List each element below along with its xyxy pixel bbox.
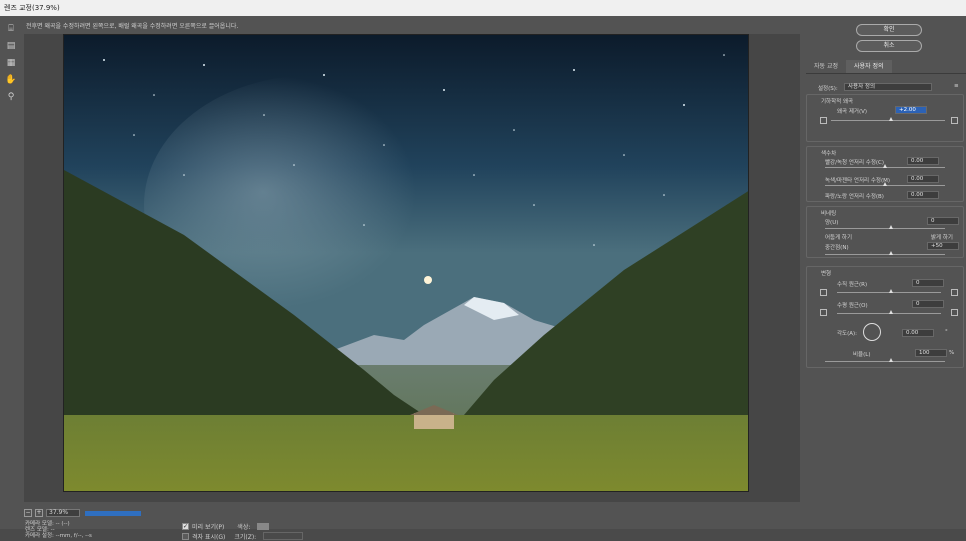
barrel-icon [951, 117, 958, 124]
vignette-section: 비네팅 양(U) 0 어둡게 하기 밝게 하기 중간점(N) +50 [806, 206, 964, 258]
chromatic-aberration-section: 색수차 빨강/녹청 언저리 수정(C) 0.00 녹색/마젠타 언저리 수정(M… [806, 146, 964, 202]
camera-info: 카메라 모델: -- (--) 렌즈 모델: -- 카메라 설정: --mm, … [25, 521, 92, 539]
scale-knob[interactable] [889, 358, 893, 362]
geometric-heading: 기하학적 왜곡 [821, 99, 854, 105]
color-label: 색상: [237, 523, 251, 531]
red-cyan-value[interactable]: 0.00 [907, 157, 939, 165]
horizontal-perspective-icon [820, 309, 827, 316]
vignette-heading: 비네팅 [821, 211, 837, 217]
green-magenta-knob[interactable] [883, 182, 887, 186]
settings-select[interactable]: 사용자 정의 [844, 83, 932, 91]
tab-auto-correction[interactable]: 자동 교정 [806, 60, 846, 73]
darken-label: 어둡게 하기 [825, 235, 853, 241]
zoom-icon[interactable]: ⚲ [5, 91, 17, 103]
remove-distortion-knob[interactable] [889, 117, 893, 121]
angle-value[interactable]: 0.00 [902, 329, 934, 337]
chromatic-heading: 색수차 [821, 151, 837, 157]
scale-slider[interactable] [825, 361, 945, 362]
green-magenta-label: 녹색/마젠타 언저리 수정(M) [825, 178, 890, 184]
green-magenta-value[interactable]: 0.00 [907, 175, 939, 183]
straighten-icon[interactable]: ▤ [5, 40, 17, 52]
midpoint-value[interactable]: +50 [927, 242, 959, 250]
show-grid-checkbox[interactable] [182, 532, 189, 540]
preview-label: 미리 보기(P) [192, 523, 225, 531]
progress-bar [85, 510, 141, 516]
vertical-perspective-icon [820, 289, 827, 296]
size-label: 크기(Z): [234, 533, 257, 541]
hand-icon[interactable]: ✋ [5, 74, 17, 86]
transform-section: 변형 수직 원근(R) 0 수평 원근(O) 0 각도(A): 0.00 ° 비… [806, 266, 964, 368]
vignette-amount-label: 양(U) [825, 220, 839, 226]
vertical-perspective-value[interactable]: 0 [912, 279, 944, 287]
red-cyan-knob[interactable] [883, 164, 887, 168]
tool-strip: ⌸ ▤ ▦ ✋ ⚲ [2, 20, 20, 108]
vignette-amount-slider[interactable] [825, 228, 945, 229]
horizontal-perspective-knob[interactable] [889, 310, 893, 314]
red-cyan-label: 빨강/녹청 언저리 수정(C) [825, 160, 885, 166]
preview-checkbox[interactable]: ✓ [182, 522, 189, 530]
vertical-perspective-knob[interactable] [889, 289, 893, 293]
transform-heading: 변형 [821, 271, 832, 277]
horizontal-perspective-right-icon [951, 309, 958, 316]
blue-yellow-value[interactable]: 0.00 [907, 191, 939, 199]
horizontal-perspective-value[interactable]: 0 [912, 300, 944, 308]
remove-distortion-slider[interactable] [831, 120, 945, 121]
tab-custom[interactable]: 사용자 정의 [846, 60, 892, 73]
midpoint-knob[interactable] [889, 251, 893, 255]
scale-value[interactable]: 100 [915, 349, 947, 357]
zoom-controls: − + 37.9% [24, 508, 141, 518]
blue-yellow-label: 파랑/노랑 언저리 수정(B) [825, 194, 884, 200]
scale-label: 비율(L) [853, 352, 871, 358]
ok-button[interactable]: 확인 [856, 24, 922, 36]
starry-mountain-valley-image [64, 35, 748, 491]
zoom-out-button[interactable]: − [24, 509, 32, 517]
remove-distortion-value[interactable]: +2.00 [895, 106, 927, 114]
remove-distortion-icon[interactable]: ⌸ [5, 23, 17, 35]
vertical-perspective-right-icon [951, 289, 958, 296]
scale-unit: % [949, 350, 955, 356]
settings-label: 설정(S): [818, 86, 838, 92]
window-title: 렌즈 교정(37.9%) [4, 4, 60, 12]
angle-dial[interactable] [863, 323, 881, 341]
angle-label: 각도(A): [837, 331, 858, 337]
move-grid-icon[interactable]: ▦ [5, 57, 17, 69]
angle-unit: ° [945, 329, 948, 335]
window-titlebar: 렌즈 교정(37.9%) [0, 0, 966, 16]
midpoint-slider[interactable] [825, 254, 945, 255]
geometric-distortion-section: 기하학적 왜곡 왜곡 제거(V) +2.00 [806, 94, 964, 142]
midpoint-label: 중간점(N) [825, 245, 849, 251]
tab-bar: 자동 교정 사용자 정의 [806, 60, 966, 74]
grid-color-swatch[interactable] [257, 522, 270, 530]
horizontal-perspective-label: 수평 원근(O) [837, 303, 868, 309]
settings-panel: 확인 취소 자동 교정 사용자 정의 설정(S): 사용자 정의 ≡ 기하학적 … [804, 16, 966, 529]
zoom-in-button[interactable]: + [35, 509, 43, 517]
preview-options: ✓ 미리 보기(P) 색상: 격자 표시(G) 크기(Z): [182, 521, 304, 541]
show-grid-label: 격자 표시(G) [192, 533, 226, 541]
pincushion-icon [820, 117, 827, 124]
photo-preview-image [63, 34, 749, 492]
grid-size-select[interactable] [263, 532, 304, 540]
vignette-amount-knob[interactable] [889, 225, 893, 229]
remove-distortion-label: 왜곡 제거(V) [837, 109, 868, 115]
cancel-button[interactable]: 취소 [856, 40, 922, 52]
vertical-perspective-label: 수직 원근(R) [837, 282, 868, 288]
vignette-amount-value[interactable]: 0 [927, 217, 959, 225]
zoom-level-select[interactable]: 37.9% [46, 509, 80, 517]
lighten-label: 밝게 하기 [931, 235, 953, 241]
settings-menu-icon[interactable]: ≡ [954, 83, 959, 89]
instruction-hint: 전후면 왜곡을 수정하려면 왼쪽으로, 배럴 왜곡을 수정하려면 오른쪽으로 끌… [26, 23, 239, 30]
camera-settings: 카메라 설정: --mm, f/--, --s [25, 533, 92, 539]
